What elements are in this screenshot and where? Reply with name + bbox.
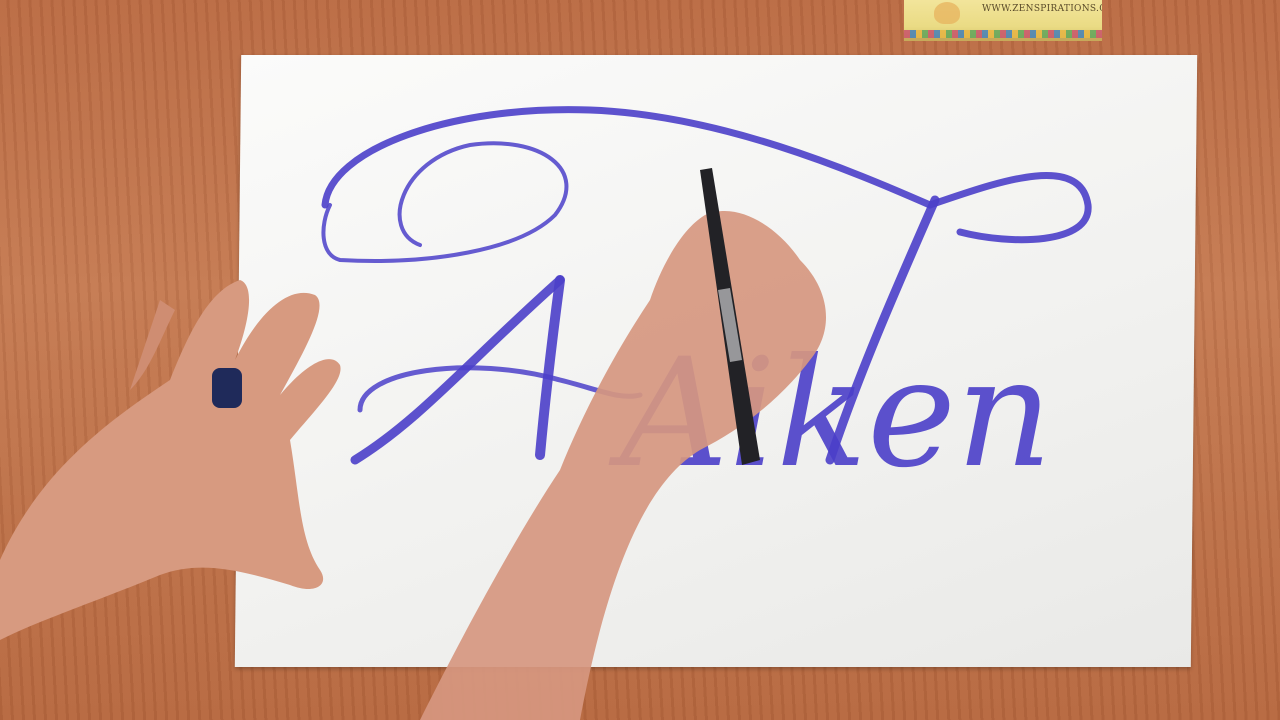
letter-a-right xyxy=(535,275,565,460)
photo-scene: WWW.ZENSPIRATIONS.COM Aiken xyxy=(0,0,1280,720)
left-hand xyxy=(0,280,341,640)
lettering-layer: Aiken xyxy=(0,106,1092,720)
ring xyxy=(212,368,242,408)
